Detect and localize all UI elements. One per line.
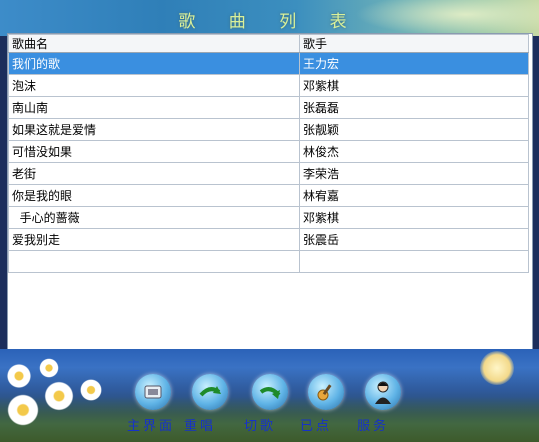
nav-button-home[interactable]: 主界面	[127, 374, 177, 440]
singer-cell	[299, 250, 529, 273]
singer-cell: 张震岳	[299, 228, 529, 251]
daisy-decoration	[6, 363, 32, 389]
song-name-cell: 爱我别走	[8, 228, 300, 251]
singer-cell: 邓紫棋	[299, 206, 529, 229]
table-row[interactable]: 泡沫 邓紫棋	[8, 74, 529, 97]
nav-button-skip[interactable]: 切歌	[244, 374, 294, 440]
guitar-icon	[308, 374, 344, 410]
singer-cell: 邓紫棋	[299, 74, 529, 97]
bottom-toolbar: 主界面 重唱 切歌 已点 服务	[0, 349, 539, 442]
column-header-song[interactable]: 歌曲名	[8, 34, 300, 53]
home-icon	[135, 374, 171, 410]
singer-cell: 王力宏	[299, 52, 529, 75]
service-person-icon	[365, 374, 401, 410]
lantern-moon-decoration	[480, 351, 514, 385]
table-row[interactable]: 老街 李荣浩	[8, 162, 529, 185]
song-name-cell: 南山南	[8, 96, 300, 119]
nav-label-queued: 已点	[300, 419, 333, 434]
nav-label-service: 服务	[357, 419, 390, 434]
nav-button-service[interactable]: 服务	[357, 374, 407, 440]
table-row[interactable]: 爱我别走 张震岳	[8, 228, 529, 251]
song-name-cell: 可惜没如果	[8, 140, 300, 163]
singer-cell: 张靓颖	[299, 118, 529, 141]
song-name-cell: 如果这就是爱情	[8, 118, 300, 141]
table-row[interactable]: 如果这就是爱情 张靓颖	[8, 118, 529, 141]
nav-label-home: 主界面	[127, 419, 176, 434]
table-row[interactable]: 手心的蔷薇 邓紫棋	[8, 206, 529, 229]
table-row[interactable]: 我们的歌 王力宏	[8, 52, 529, 75]
daisy-decoration	[43, 380, 75, 412]
song-name-cell: 我们的歌	[8, 52, 300, 75]
song-name-cell: 你是我的眼	[8, 184, 300, 207]
singer-cell: 李荣浩	[299, 162, 529, 185]
table-row[interactable]: 南山南 张磊磊	[8, 96, 529, 119]
song-table: 歌曲名 歌手 我们的歌 王力宏 泡沫 邓紫棋 南山南 张磊磊 如果这就是爱情 张…	[8, 34, 529, 273]
nav-button-queued[interactable]: 已点	[300, 374, 350, 440]
singer-cell: 林俊杰	[299, 140, 529, 163]
nav-button-replay[interactable]: 重唱	[184, 374, 234, 440]
song-list-panel: 歌曲名 歌手 我们的歌 王力宏 泡沫 邓紫棋 南山南 张磊磊 如果这就是爱情 张…	[7, 33, 533, 350]
singer-cell: 林宥嘉	[299, 184, 529, 207]
song-name-cell: 泡沫	[8, 74, 300, 97]
window-title: 歌 曲 列 表	[178, 12, 361, 32]
table-row-empty[interactable]	[8, 250, 529, 273]
skip-icon	[252, 374, 288, 410]
daisy-decoration	[6, 393, 40, 427]
daisy-decoration	[38, 357, 60, 379]
nav-label-replay: 重唱	[184, 419, 217, 434]
song-name-cell: 老街	[8, 162, 300, 185]
daisy-decoration	[79, 378, 103, 402]
nav-label-skip: 切歌	[244, 419, 277, 434]
table-header-row: 歌曲名 歌手	[8, 34, 529, 53]
table-row[interactable]: 可惜没如果 林俊杰	[8, 140, 529, 163]
table-row[interactable]: 你是我的眼 林宥嘉	[8, 184, 529, 207]
singer-cell: 张磊磊	[299, 96, 529, 119]
song-name-cell: 手心的蔷薇	[8, 206, 300, 229]
replay-icon	[192, 374, 228, 410]
song-name-cell	[8, 250, 300, 273]
column-header-singer[interactable]: 歌手	[299, 34, 529, 53]
